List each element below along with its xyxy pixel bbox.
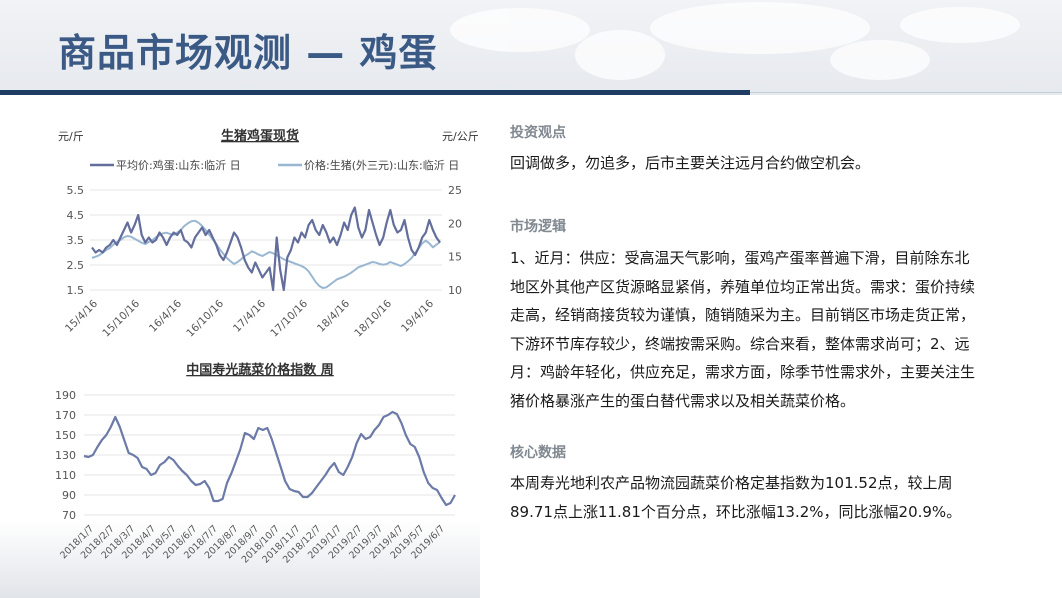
- chart1-legend: 平均价:鸡蛋:山东:临沂 日 价格:生猪(外三元):山东:临沂 日: [90, 158, 459, 172]
- chart1-x-tick: 16/10/16: [184, 297, 226, 339]
- section-body-core-data: 本周寿光地利农产品物流园蔬菜价格定基指数为101.52点，较上周89.71点上涨…: [510, 474, 962, 521]
- chart2-y-tick: 130: [55, 449, 76, 462]
- chart1-right-unit: 元/公斤: [442, 130, 479, 143]
- chart1-yright-tick: 10: [448, 284, 462, 297]
- section-body-logic: 1、近月：供应：受高温天气影响，蛋鸡产蛋率普遍下滑，目前除东北地区外其他产区货源…: [510, 249, 976, 410]
- chart1-yright-tick: 20: [448, 217, 462, 230]
- chart2-y-tick: 70: [62, 509, 76, 522]
- chart2-series-line: [83, 410, 456, 507]
- chart1-yright-tick: 25: [448, 184, 462, 197]
- section-heading-investment: 投资观点: [510, 125, 566, 141]
- page-title: 商品市场观测 — 鸡蛋: [58, 31, 438, 75]
- chart2-y-tick: 90: [62, 489, 76, 502]
- chart1-left-unit: 元/斤: [58, 130, 84, 143]
- chart1-x-tick: 15/10/16: [100, 297, 142, 339]
- title-rule-thin: [750, 92, 1062, 93]
- chart2-y-tick: 170: [55, 409, 76, 422]
- chart1-yleft-tick: 3.5: [67, 234, 85, 247]
- section-heading-logic: 市场逻辑: [510, 219, 566, 235]
- chart1-yleft-tick: 1.5: [67, 284, 85, 297]
- pork-egg-spot-chart: 生猪鸡蛋现货 元/斤 元/公斤 平均价:鸡蛋:山东:临沂 日 价格:生猪(外三元…: [58, 128, 479, 339]
- chart2-y-tick: 150: [55, 429, 76, 442]
- chart1-x-tick: 17/10/16: [268, 297, 310, 339]
- chart1-x-tick: 17/4/16: [231, 297, 268, 334]
- chart1-yleft-tick: 2.5: [67, 259, 85, 272]
- chart1-series-2-line: [91, 219, 441, 289]
- chart2-y-tick: 190: [55, 389, 76, 402]
- chart1-yleft-tick: 4.5: [67, 209, 85, 222]
- chart2-title: 中国寿光蔬菜价格指数 周: [186, 362, 334, 378]
- chart1-legend-series1: 平均价:鸡蛋:山东:临沂 日: [116, 158, 241, 172]
- chart1-x-tick: 16/4/16: [147, 297, 184, 334]
- chart1-series-1-line: [91, 206, 441, 292]
- section-body-investment: 回调做多，勿追多，后市主要关注远月合约做空机会。: [510, 154, 871, 172]
- title-rule: [0, 90, 750, 95]
- chart1-yleft-tick: 5.5: [67, 184, 85, 197]
- chart1-x-tick: 19/4/16: [399, 297, 436, 334]
- chart1-yright-tick: 15: [448, 251, 462, 264]
- chart1-x-tick: 18/4/16: [315, 297, 352, 334]
- shouguang-vegetable-index-chart: 中国寿光蔬菜价格指数 周 1901701501301109070 2018/1/…: [55, 362, 456, 566]
- chart1-x-tick: 18/10/16: [352, 297, 394, 339]
- chart1-x-tick: 15/4/16: [63, 297, 100, 334]
- chart1-title: 生猪鸡蛋现货: [221, 128, 299, 144]
- chart2-y-tick: 110: [55, 469, 76, 482]
- section-heading-core-data: 核心数据: [510, 445, 566, 461]
- chart1-legend-series2: 价格:生猪(外三元):山东:临沂 日: [304, 158, 459, 172]
